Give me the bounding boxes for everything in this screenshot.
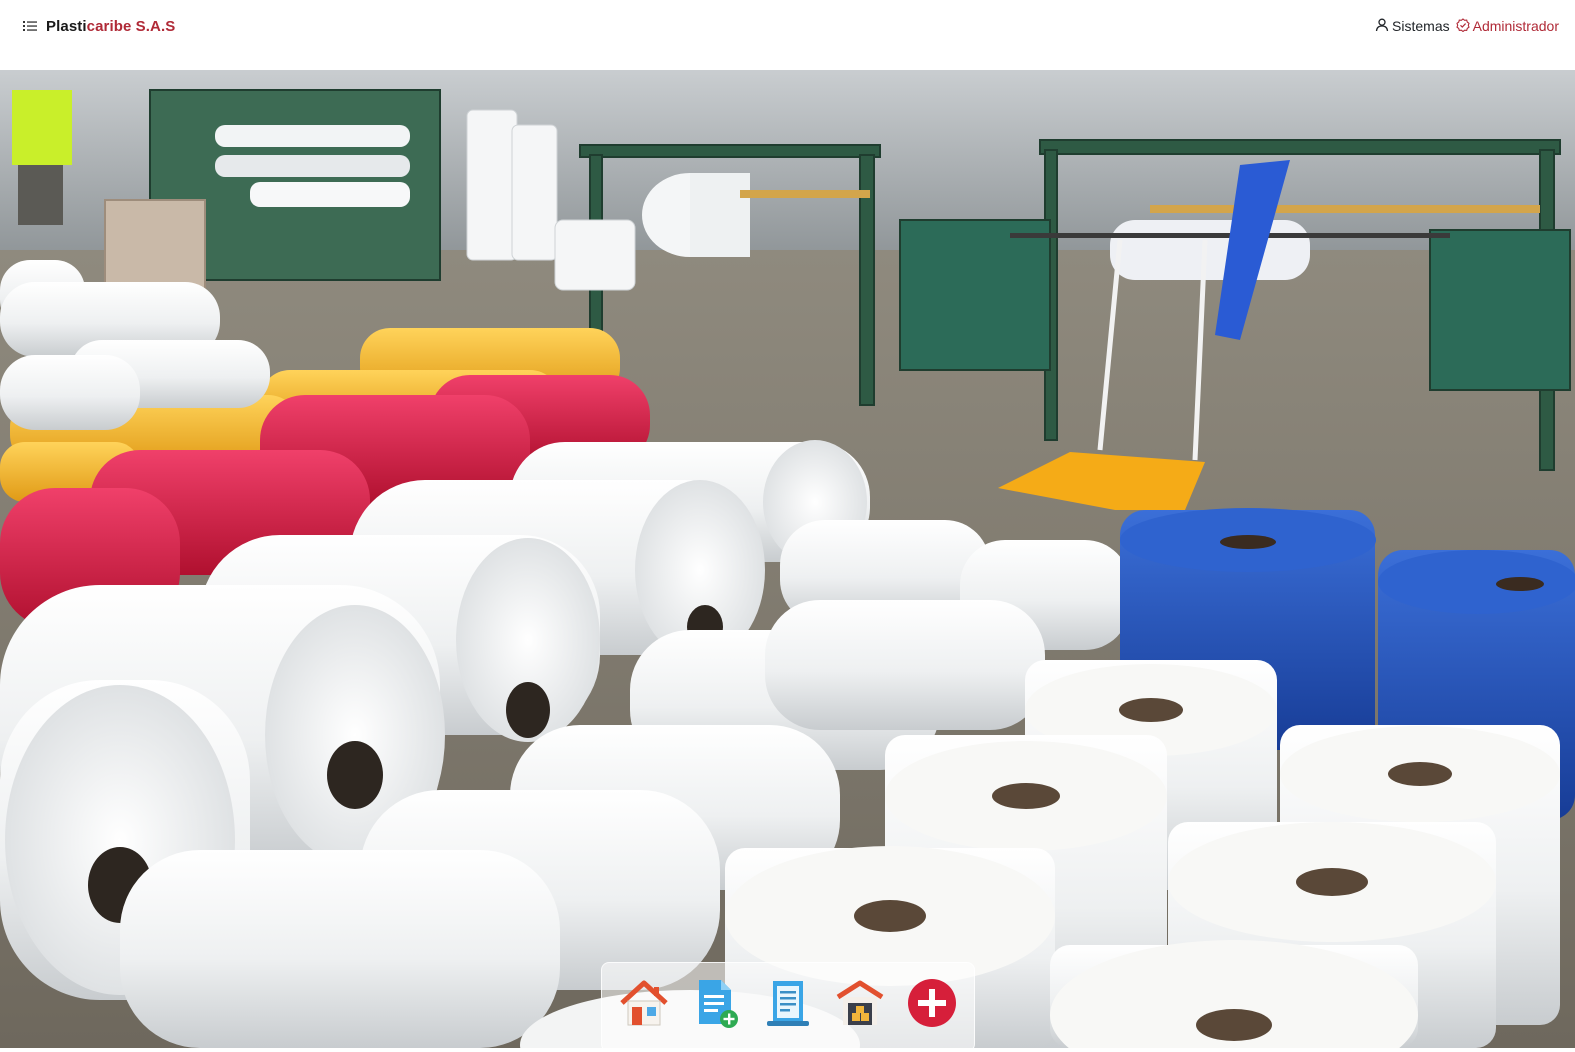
worker	[12, 90, 72, 225]
user-area: Sistemas Administrador	[1375, 16, 1559, 36]
add-circle-icon	[906, 977, 958, 1034]
badge-check-icon	[1455, 17, 1470, 35]
administrador-label: Administrador	[1472, 18, 1559, 34]
warehouse-button[interactable]	[832, 975, 888, 1035]
new-document-icon	[690, 977, 742, 1034]
home-button[interactable]	[616, 975, 672, 1035]
person-icon	[1375, 18, 1389, 35]
new-document-button[interactable]	[688, 975, 744, 1035]
brand-name-part1: Plasti	[46, 17, 87, 35]
sistemas-label: Sistemas	[1392, 18, 1450, 34]
list-icon[interactable]	[22, 19, 38, 33]
report-document-icon	[762, 977, 814, 1034]
add-button[interactable]	[904, 975, 960, 1035]
home-icon	[618, 977, 670, 1034]
hero-factory-image	[0, 70, 1575, 1048]
report-button[interactable]	[760, 975, 816, 1035]
brand-name-part2: caribe S.A.S	[86, 17, 176, 35]
brand-name[interactable]: Plasticaribe S.A.S	[46, 18, 175, 35]
sistemas-link[interactable]: Sistemas	[1375, 18, 1450, 35]
quick-actions-dock	[601, 962, 975, 1052]
brand-area: Plasticaribe S.A.S	[22, 16, 175, 36]
top-navbar: Plasticaribe S.A.S Sistemas Administrado…	[0, 0, 1575, 70]
warehouse-icon	[834, 977, 886, 1034]
administrador-link[interactable]: Administrador	[1455, 17, 1559, 35]
